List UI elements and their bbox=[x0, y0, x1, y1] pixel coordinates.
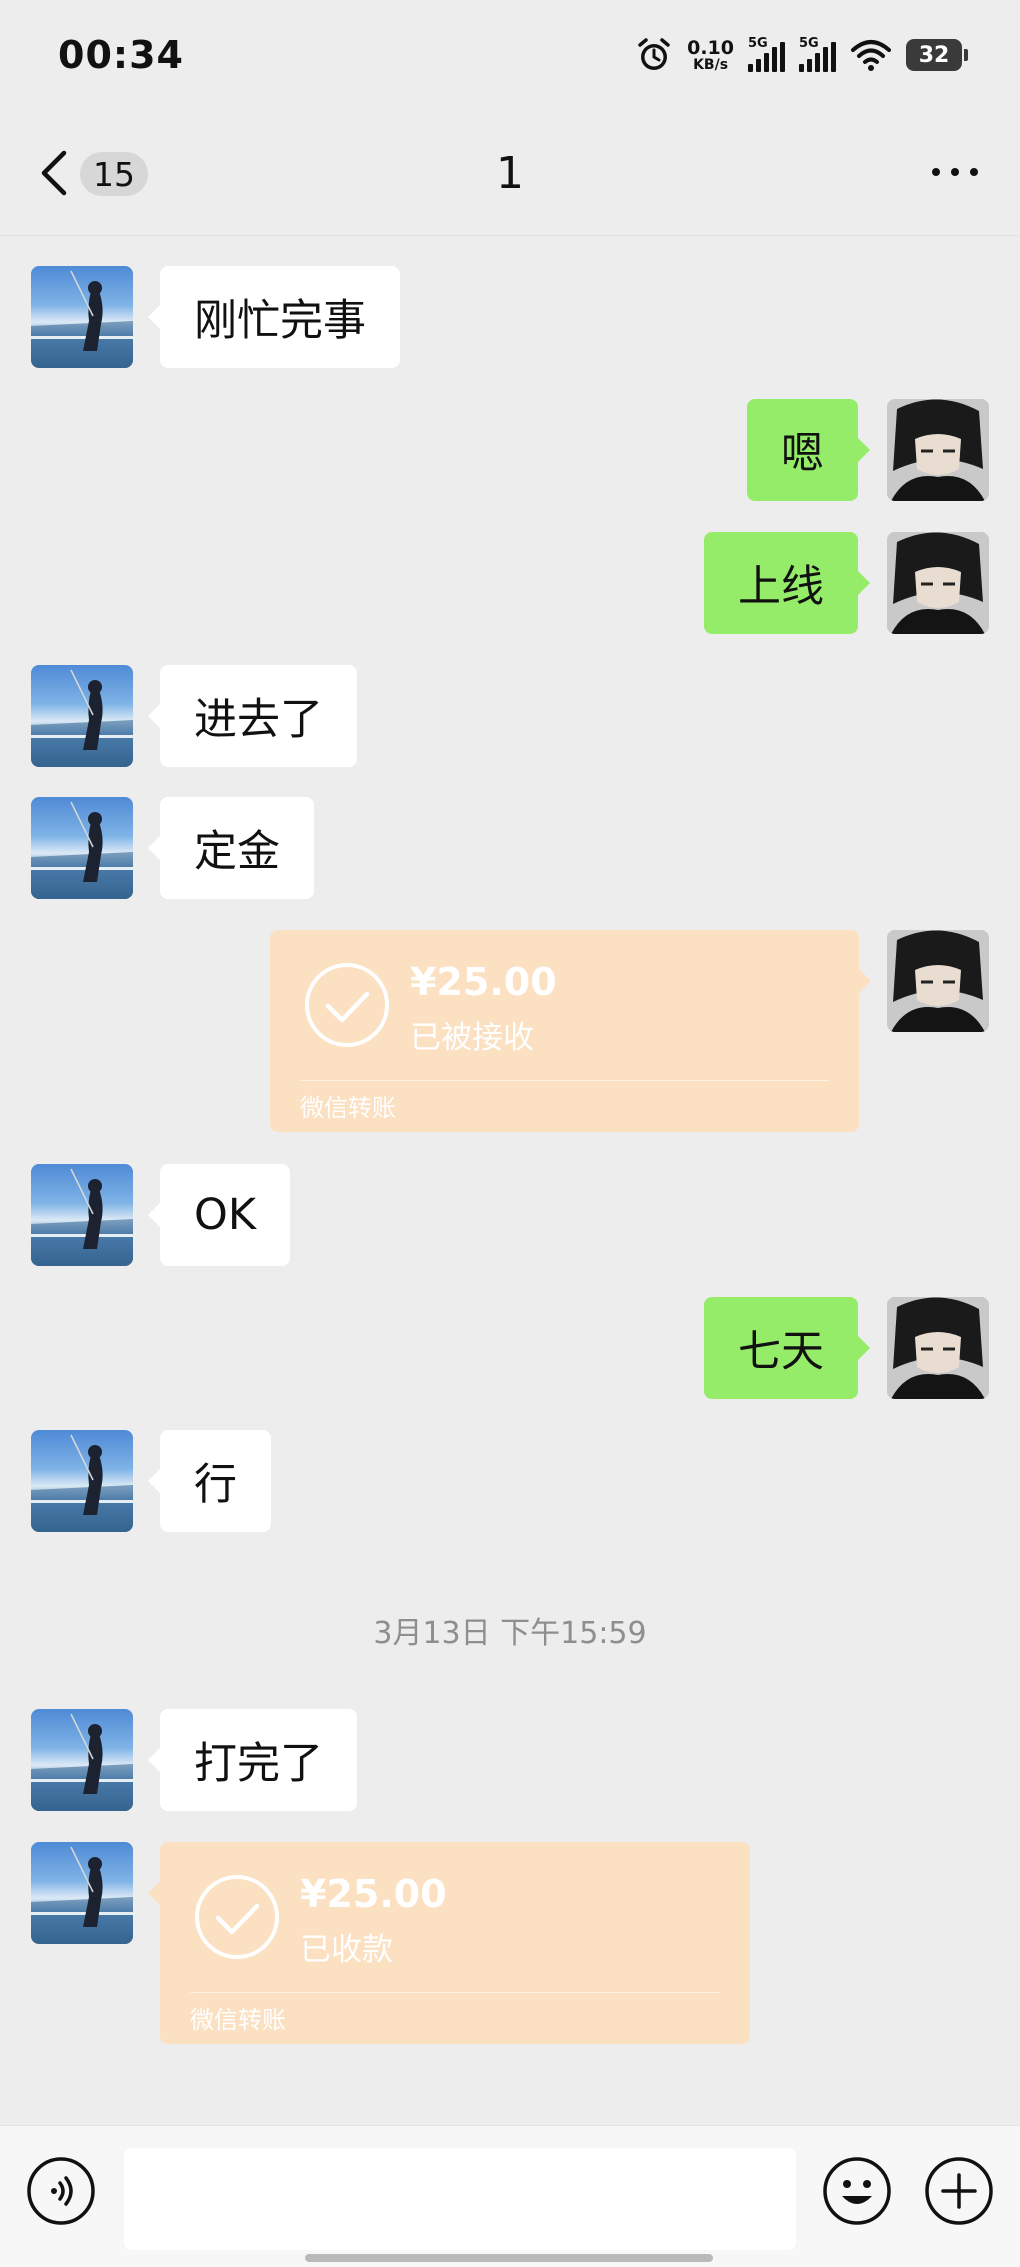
user-avatar[interactable] bbox=[887, 399, 989, 501]
contact-avatar[interactable] bbox=[31, 1164, 133, 1266]
message-timestamp: 3月13日 下午15:59 bbox=[373, 1616, 647, 1651]
message-bubble[interactable]: 行 bbox=[148, 1430, 271, 1532]
home-indicator[interactable] bbox=[305, 2254, 713, 2262]
message-input[interactable] bbox=[124, 2148, 796, 2250]
network-speed: 0.10 KB/s bbox=[687, 36, 734, 73]
contact-avatar[interactable] bbox=[31, 1842, 133, 1944]
user-avatar[interactable] bbox=[887, 532, 989, 634]
net-speed-value: 0.10 bbox=[687, 36, 734, 59]
emoji-icon[interactable] bbox=[822, 2156, 892, 2226]
status-bar: 00:34 0.10 KB/s 5G 5G 32 bbox=[0, 0, 1020, 110]
signal-icon: 5G bbox=[748, 36, 785, 72]
message-bubble[interactable]: 定金 bbox=[148, 797, 314, 899]
transfer-amount: ¥25.00 bbox=[300, 1872, 447, 1916]
transfer-card[interactable]: ¥25.00 已收款 微信转账 bbox=[148, 1842, 750, 2044]
contact-avatar[interactable] bbox=[31, 266, 133, 368]
transfer-label: 微信转账 bbox=[190, 2006, 286, 2034]
sim1-label: 5G bbox=[748, 36, 768, 51]
contact-avatar[interactable] bbox=[31, 665, 133, 767]
plus-icon[interactable] bbox=[924, 2156, 994, 2226]
message-bubble[interactable]: OK bbox=[147, 1164, 291, 1266]
wifi-icon bbox=[851, 40, 891, 71]
transfer-divider bbox=[300, 1080, 829, 1081]
contact-avatar[interactable] bbox=[31, 1709, 133, 1811]
contact-avatar[interactable] bbox=[31, 797, 133, 899]
transfer-status: 已收款 bbox=[300, 1932, 393, 1968]
check-circle-icon bbox=[195, 1875, 279, 1959]
alarm-icon bbox=[638, 38, 670, 70]
signal-icon: 5G bbox=[799, 36, 836, 72]
transfer-label: 微信转账 bbox=[300, 1094, 396, 1122]
voice-icon[interactable] bbox=[26, 2156, 96, 2226]
status-icons: 0.10 KB/s 5G 5G 32 bbox=[635, 36, 968, 74]
message-bubble[interactable]: 嗯 bbox=[747, 399, 870, 501]
message-bubble[interactable]: 打完了 bbox=[148, 1709, 357, 1811]
message-bubble[interactable]: 七天 bbox=[704, 1297, 870, 1399]
message-bubble[interactable]: 刚忙完事 bbox=[148, 266, 400, 368]
transfer-amount: ¥25.00 bbox=[410, 960, 557, 1004]
status-time: 00:34 bbox=[58, 33, 184, 77]
chat-title: 1 bbox=[496, 148, 524, 199]
transfer-divider bbox=[190, 1992, 720, 1993]
net-speed-unit: KB/s bbox=[693, 56, 729, 73]
contact-avatar[interactable] bbox=[31, 1430, 133, 1532]
message-bubble[interactable]: 进去了 bbox=[148, 665, 357, 767]
check-circle-icon bbox=[305, 963, 389, 1047]
more-icon[interactable] bbox=[932, 168, 978, 176]
transfer-status: 已被接收 bbox=[410, 1020, 534, 1056]
sim2-label: 5G bbox=[799, 36, 819, 51]
battery-icon: 32 bbox=[906, 39, 968, 71]
chat-header: 15 1 bbox=[0, 110, 1020, 236]
message-bubble[interactable]: 上线 bbox=[704, 532, 870, 634]
input-bar bbox=[0, 2125, 1020, 2267]
transfer-card[interactable]: ¥25.00 已被接收 微信转账 bbox=[270, 930, 871, 1132]
user-avatar[interactable] bbox=[887, 1297, 989, 1399]
user-avatar[interactable] bbox=[887, 930, 989, 1032]
